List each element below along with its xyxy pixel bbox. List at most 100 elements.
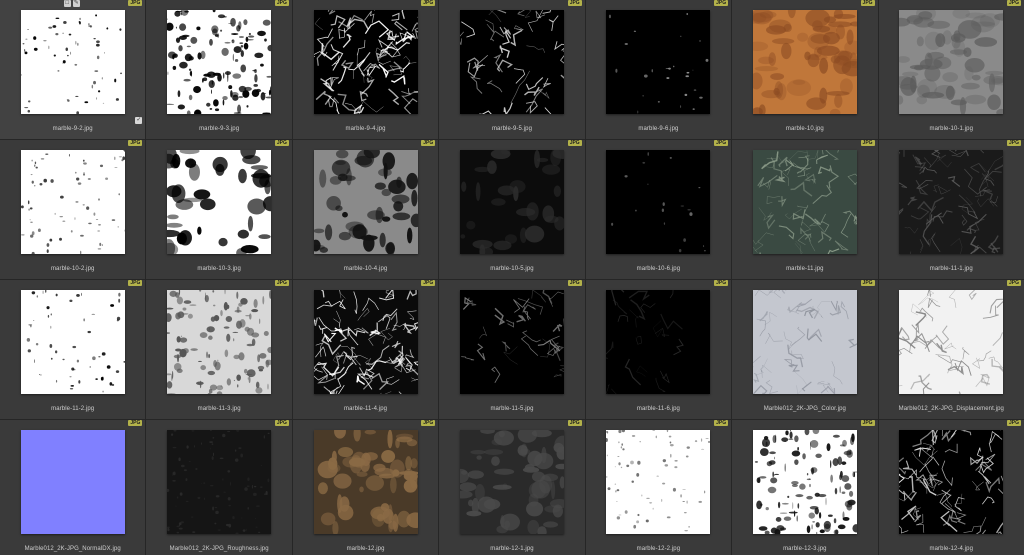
- thumbnail-image[interactable]: [313, 290, 418, 394]
- grid-item[interactable]: JPG marble-11-6.jpg: [585, 280, 732, 419]
- file-name-label: marble-10-6.jpg: [636, 266, 681, 272]
- file-name-label: marble-9-4.jpg: [345, 126, 386, 132]
- grid-item[interactable]: JPG Marble012_2K-JPG_Roughness.jpg: [146, 420, 292, 555]
- file-type-badge: JPG: [1006, 0, 1021, 6]
- file-type-badge: JPG: [714, 0, 729, 6]
- file-type-badge: JPG: [274, 0, 289, 6]
- trash-icon[interactable]: □: [63, 0, 71, 7]
- thumbnail-image[interactable]: [752, 430, 857, 534]
- thumbnail-image[interactable]: [459, 150, 564, 254]
- grid-item[interactable]: JPG marble-10-3.jpg: [146, 140, 292, 279]
- file-type-badge: JPG: [567, 0, 582, 6]
- file-type-badge: JPG: [128, 280, 143, 286]
- grid-item[interactable]: JPG marble-10-4.jpg: [292, 140, 439, 279]
- thumbnail-image[interactable]: [459, 290, 564, 394]
- file-name-label: marble-12-1.jpg: [490, 546, 534, 552]
- file-type-badge: JPG: [1006, 280, 1021, 286]
- grid-item[interactable]: JPG marble-12-1.jpg: [439, 420, 585, 555]
- file-type-badge: JPG: [860, 280, 875, 286]
- grid-item[interactable]: JPG marble-12-3.jpg: [732, 420, 878, 555]
- grid-item[interactable]: JPG Marble012_2K-JPG_Color.jpg: [732, 280, 878, 419]
- file-name-label: marble-10-4.jpg: [343, 266, 388, 272]
- file-name-label: marble-9-3.jpg: [199, 126, 240, 132]
- file-name-label: marble-11.jpg: [786, 266, 824, 272]
- grid-item[interactable]: JPG marble-9-4.jpg: [292, 0, 439, 139]
- thumbnail-image[interactable]: [606, 290, 711, 394]
- file-name-label: marble-9-5.jpg: [491, 126, 533, 132]
- file-name-label: marble-11-2.jpg: [51, 406, 95, 412]
- file-name-label: marble-10-5.jpg: [490, 266, 534, 272]
- grid-item[interactable]: JPG marble-10-6.jpg: [585, 140, 732, 279]
- grid-item[interactable]: JPG marble-11-4.jpg: [292, 280, 439, 419]
- thumbnail-image[interactable]: [313, 430, 418, 534]
- grid-item[interactable]: JPG Marble012_2K-JPG_Displacement.jpg: [878, 280, 1024, 419]
- thumbnail-image[interactable]: [167, 150, 272, 254]
- thumbnail-image[interactable]: [20, 430, 125, 534]
- grid-item[interactable]: JPG marble-9-6.jpg: [585, 0, 732, 139]
- file-name-label: marble-12-2.jpg: [636, 546, 681, 552]
- thumbnail-image[interactable]: [20, 290, 125, 394]
- thumbnail-image[interactable]: [899, 150, 1004, 254]
- thumbnail-image[interactable]: [167, 430, 272, 534]
- thumbnail-image[interactable]: [752, 150, 857, 254]
- thumbnail-image[interactable]: [606, 10, 711, 114]
- edit-icon[interactable]: ✎: [72, 0, 80, 7]
- thumbnail-image[interactable]: [313, 150, 418, 254]
- file-name-label: Marble012_2K-JPG_NormalDX.jpg: [24, 546, 121, 552]
- file-name-label: marble-11-3.jpg: [197, 406, 241, 412]
- thumbnail-image[interactable]: [20, 10, 125, 114]
- file-type-badge: JPG: [128, 140, 143, 146]
- grid-item[interactable]: JPG marble-12.jpg: [292, 420, 439, 555]
- grid-item[interactable]: JPG marble-11.jpg: [732, 140, 878, 279]
- thumbnail-image[interactable]: [20, 150, 125, 254]
- grid-item[interactable]: JPG marble-11-5.jpg: [439, 280, 585, 419]
- thumbnail-image[interactable]: [899, 290, 1004, 394]
- grid-item[interactable]: JPG marble-10-5.jpg: [439, 140, 585, 279]
- file-type-badge: JPG: [714, 280, 729, 286]
- thumbnail-image[interactable]: [459, 430, 564, 534]
- grid-item[interactable]: JPG marble-10-1.jpg: [878, 0, 1024, 139]
- grid-item[interactable]: JPG marble-11-3.jpg: [146, 280, 292, 419]
- file-type-badge: JPG: [274, 420, 289, 426]
- thumbnail-image[interactable]: [167, 290, 272, 394]
- grid-item[interactable]: JPG marble-10-2.jpg: [0, 140, 146, 279]
- file-name-label: marble-11-1.jpg: [929, 266, 973, 272]
- thumbnail-image[interactable]: [752, 290, 857, 394]
- file-name-label: marble-11-5.jpg: [490, 406, 534, 412]
- file-name-label: marble-9-2.jpg: [52, 126, 93, 132]
- image-grid: JPG □ ✎ ✓ marble-9-2.jpg JPG marble-9-3.jpg JPG…: [0, 0, 1024, 555]
- thumbnail-image[interactable]: [899, 430, 1004, 534]
- grid-item[interactable]: JPG marble-10.jpg: [732, 0, 878, 139]
- grid-item[interactable]: JPG marble-11-1.jpg: [878, 140, 1024, 279]
- grid-item[interactable]: JPG □ ✎ ✓ marble-9-2.jpg: [0, 0, 146, 139]
- thumbnail-image[interactable]: [752, 10, 857, 114]
- file-type-badge: JPG: [128, 0, 143, 6]
- thumbnail-image[interactable]: [313, 10, 418, 114]
- checkbox-icon[interactable]: ✓: [135, 117, 143, 124]
- grid-item[interactable]: JPG marble-11-2.jpg: [0, 280, 146, 419]
- file-type-badge: JPG: [567, 280, 582, 286]
- file-type-badge: JPG: [860, 0, 875, 6]
- file-type-badge: JPG: [274, 140, 289, 146]
- grid-item[interactable]: JPG marble-9-3.jpg: [146, 0, 292, 139]
- file-name-label: marble-11-4.jpg: [344, 406, 388, 412]
- grid-item[interactable]: JPG Marble012_2K-JPG_NormalDX.jpg: [0, 420, 146, 555]
- thumbnail-image[interactable]: [606, 150, 711, 254]
- thumbnail-image[interactable]: [459, 10, 564, 114]
- file-type-badge: JPG: [860, 140, 875, 146]
- grid-item[interactable]: JPG marble-12-4.jpg: [878, 420, 1024, 555]
- thumbnail-image[interactable]: [167, 10, 272, 114]
- file-name-label: marble-10-2.jpg: [50, 266, 95, 272]
- file-type-badge: JPG: [128, 420, 143, 426]
- grid-item[interactable]: JPG marble-12-2.jpg: [585, 420, 732, 555]
- file-name-label: Marble012_2K-JPG_Displacement.jpg: [898, 406, 1004, 412]
- file-name-label: marble-11-6.jpg: [636, 406, 680, 412]
- thumbnail-image[interactable]: [899, 10, 1004, 114]
- file-type-badge: JPG: [1006, 420, 1021, 426]
- file-type-badge: JPG: [274, 280, 289, 286]
- grid-item[interactable]: JPG marble-9-5.jpg: [439, 0, 585, 139]
- file-type-badge: JPG: [714, 420, 729, 426]
- thumbnail-image[interactable]: [606, 430, 711, 534]
- item-tools: □ ✎: [63, 0, 80, 7]
- file-type-badge: JPG: [567, 420, 582, 426]
